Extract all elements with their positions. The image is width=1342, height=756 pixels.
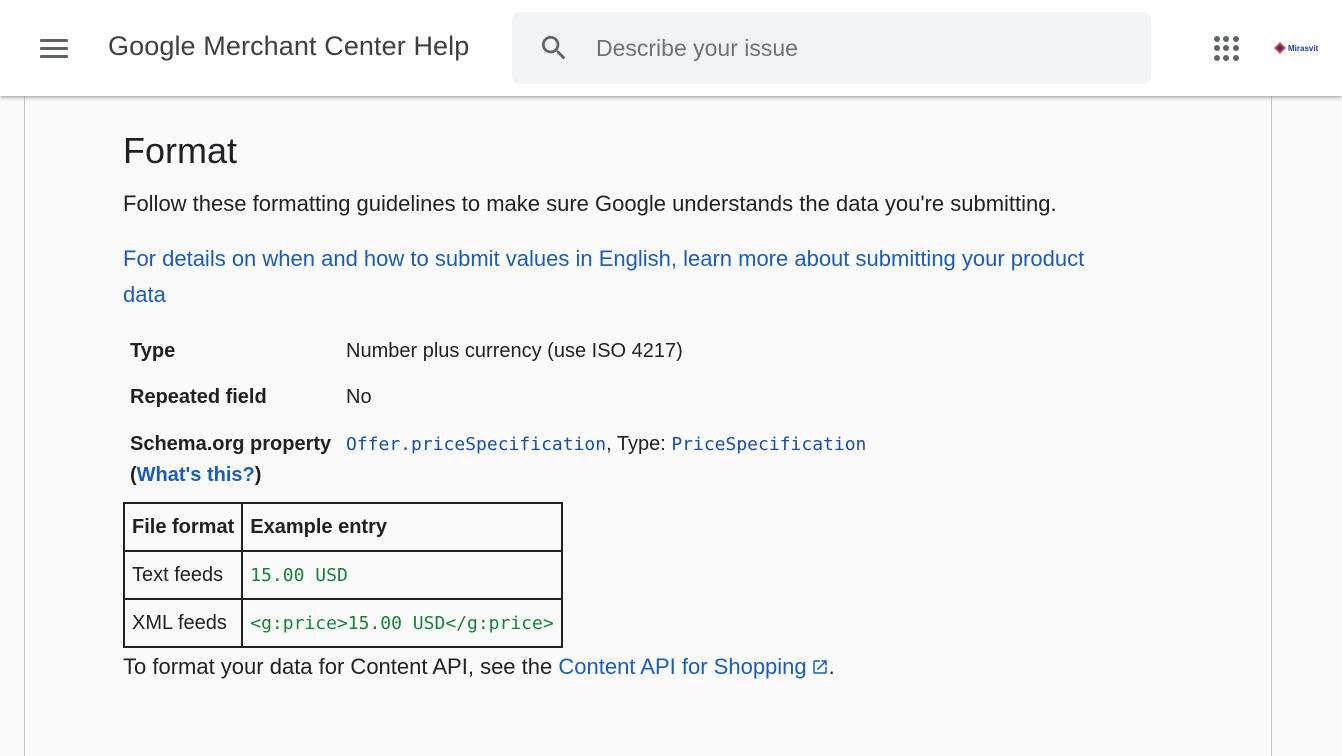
apps-grid-icon: [1223, 45, 1229, 51]
search-icon[interactable]: [538, 32, 570, 64]
apps-grid-icon: [1232, 54, 1239, 61]
apps-grid-icon: [1223, 35, 1229, 42]
mirasvit-logo-icon: [1274, 42, 1286, 54]
top-app-bar: Google Merchant Center Help Mirasvit: [0, 0, 1342, 96]
table-header-row: File format Example entry: [122, 502, 563, 552]
apps-grid-icon: [1223, 54, 1229, 61]
whats-this-link[interactable]: What's this?: [137, 464, 255, 486]
apps-grid-icon: [1232, 35, 1239, 42]
column-header: File format: [122, 502, 244, 552]
file-format-cell: XML feeds: [122, 598, 244, 648]
search-input[interactable]: [596, 30, 1116, 66]
type-value: Number plus currency (use ISO 4217): [346, 340, 683, 362]
api-note-suffix: .: [828, 654, 835, 679]
schema-type-code: PriceSpecification: [671, 434, 867, 455]
intro-text: Follow these formatting guidelines to ma…: [123, 191, 1057, 216]
api-note-prefix: To format your data for Content API, see…: [123, 654, 559, 679]
schema-value: Offer.priceSpecification, Type: PriceSpe…: [346, 433, 866, 456]
external-link-icon: [812, 660, 827, 674]
search-bar[interactable]: [512, 12, 1151, 84]
file-format-cell: Text feeds: [122, 550, 244, 600]
repeated-field-value: No: [346, 386, 372, 408]
brand-label: Mirasvit: [1288, 43, 1319, 53]
example-entry-table: File format Example entry Text feeds 15.…: [122, 502, 563, 648]
type-label: Type: [130, 340, 176, 362]
help-center-title[interactable]: Google Merchant Center Help: [108, 31, 469, 62]
example-entry-cell: 15.00 USD: [241, 550, 563, 600]
whats-this-row: (What's this?): [130, 464, 262, 486]
article-card: Format Follow these formatting guideline…: [24, 96, 1272, 756]
submitting-product-data-link[interactable]: For details on when and how to submit va…: [123, 241, 1123, 313]
content-api-link[interactable]: Content API for Shopping: [558, 654, 828, 679]
apps-grid-icon: [1213, 54, 1220, 61]
table-row: Text feeds 15.00 USD: [122, 550, 563, 600]
account-avatar[interactable]: Mirasvit: [1274, 40, 1318, 56]
schema-type-text: , Type:: [606, 433, 672, 455]
hamburger-icon: [40, 38, 68, 42]
apps-grid-icon: [1213, 35, 1220, 42]
section-title: Format: [123, 130, 238, 171]
content-api-note: To format your data for Content API, see…: [123, 654, 835, 680]
repeated-field-label: Repeated field: [130, 386, 267, 408]
apps-grid-icon: [1232, 45, 1239, 51]
hamburger-icon: [40, 54, 68, 58]
google-apps-button[interactable]: [1208, 30, 1244, 66]
schema-property-code: Offer.priceSpecification: [346, 434, 607, 455]
column-header: Example entry: [241, 502, 563, 552]
example-entry-cell: <g:price>15.00 USD</g:price>: [241, 598, 563, 648]
table-row: XML feeds <g:price>15.00 USD</g:price>: [122, 598, 563, 648]
hamburger-icon: [40, 46, 68, 50]
schema-label: Schema.org property: [130, 433, 332, 455]
main-menu-button[interactable]: [30, 28, 78, 68]
apps-grid-icon: [1213, 45, 1220, 51]
content-api-link-text: Content API for Shopping: [558, 654, 807, 679]
